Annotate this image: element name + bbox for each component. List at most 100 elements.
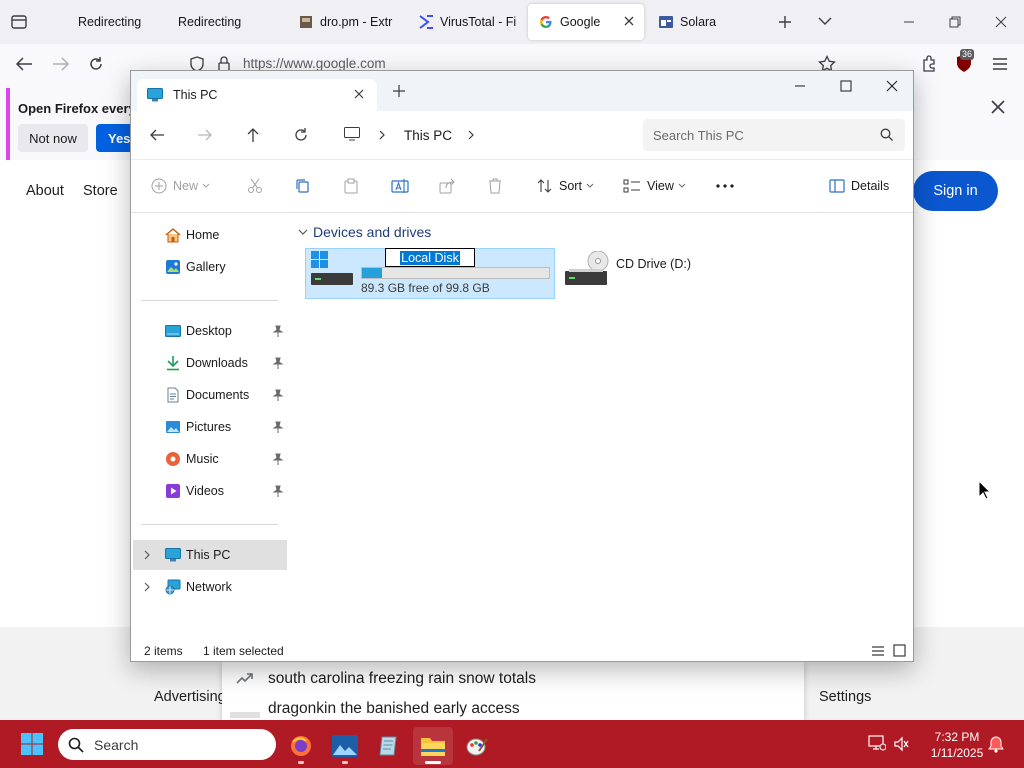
taskbar-search[interactable]: Search [58, 729, 276, 760]
advertising-link[interactable]: Advertising [154, 689, 226, 705]
pin-icon [273, 453, 283, 465]
forward-arrow-icon[interactable] [191, 123, 219, 147]
close-notification-icon[interactable] [991, 100, 1005, 114]
back-arrow-icon[interactable] [143, 123, 171, 147]
drive-rename-input[interactable]: Local Disk [385, 248, 475, 267]
settings-link[interactable]: Settings [819, 689, 871, 705]
paint-app-icon [465, 734, 489, 758]
refresh-icon[interactable] [287, 123, 315, 147]
sidebar-item-network[interactable]: Network [133, 572, 287, 602]
gallery-icon [165, 259, 181, 275]
new-tab-icon[interactable] [778, 15, 792, 29]
up-arrow-icon[interactable] [239, 123, 267, 147]
pin-icon [273, 389, 283, 401]
group-header-devices[interactable]: Devices and drives [298, 224, 431, 240]
cut-icon[interactable] [247, 173, 263, 199]
taskbar-app-3[interactable] [369, 727, 409, 765]
delete-icon[interactable] [487, 173, 503, 199]
hamburger-menu-icon[interactable] [992, 57, 1008, 71]
sign-in-button[interactable]: Sign in [913, 171, 998, 211]
close-tab-icon[interactable] [353, 88, 365, 100]
volume-muted-icon[interactable] [893, 736, 909, 752]
trending-icon [236, 672, 254, 684]
taskbar-app-2[interactable] [325, 727, 365, 765]
breadcrumb[interactable]: This PC [404, 119, 464, 151]
sidebar-item-videos[interactable]: Videos [133, 476, 287, 506]
cd-drive-icon[interactable] [565, 251, 611, 287]
extensions-icon[interactable] [920, 55, 938, 73]
more-options-icon[interactable] [715, 173, 735, 199]
this-pc-breadcrumb-icon[interactable] [344, 127, 360, 141]
taskbar-firefox[interactable] [281, 727, 321, 765]
sidebar-item-music[interactable]: Music [133, 444, 287, 474]
minimize-icon[interactable] [886, 0, 932, 44]
virustotal-icon [418, 14, 434, 30]
network-status-icon[interactable] [868, 735, 886, 751]
chevron-right-icon[interactable] [144, 550, 150, 560]
copy-icon[interactable] [295, 173, 311, 199]
details-view-icon[interactable] [871, 645, 885, 657]
sidebar-item-pictures[interactable]: Pictures [133, 412, 287, 442]
cd-drive-label[interactable]: CD Drive (D:) [616, 257, 691, 271]
breadcrumb-chevron-icon[interactable] [379, 130, 385, 140]
list-all-tabs-icon[interactable] [818, 16, 832, 26]
taskbar-app-5[interactable] [457, 727, 497, 765]
reload-icon[interactable] [88, 56, 104, 72]
sidebar-item-home[interactable]: Home [133, 220, 287, 250]
drive-usage-bar [361, 267, 550, 279]
browser-tab[interactable]: Solara [648, 4, 760, 40]
details-pane-button[interactable]: Details [829, 173, 889, 199]
browser-tab[interactable]: VirusTotal - Fi [408, 4, 520, 40]
close-window-icon[interactable] [869, 71, 913, 101]
url-bar-text[interactable]: https://www.google.com [243, 56, 386, 71]
sort-button[interactable]: Sort [537, 173, 594, 199]
minimize-icon[interactable] [777, 71, 823, 101]
suggestion-item[interactable]: south carolina freezing rain snow totals [268, 670, 536, 688]
pin-icon [273, 485, 283, 497]
search-input[interactable]: Search This PC [643, 119, 905, 151]
pictures-icon [165, 419, 181, 435]
paste-icon[interactable] [343, 173, 359, 199]
search-icon [68, 737, 84, 753]
sidebar-item-this-pc[interactable]: This PC [133, 540, 287, 570]
notification-bell-icon[interactable] [988, 735, 1004, 753]
explorer-tab[interactable]: This PC [137, 79, 377, 111]
view-button[interactable]: View [623, 173, 686, 199]
browser-tab-active[interactable]: Google [528, 4, 644, 40]
sidebar-item-documents[interactable]: Documents [133, 380, 287, 410]
sidebar-item-desktop[interactable]: Desktop [133, 316, 287, 346]
about-link[interactable]: About [26, 183, 64, 199]
not-now-button[interactable]: Not now [18, 124, 88, 152]
suggestion-item[interactable]: dragonkin the banished early access [268, 700, 520, 718]
maximize-icon[interactable] [823, 71, 869, 101]
tab-list-icon[interactable] [10, 13, 28, 31]
chevron-right-icon[interactable] [144, 582, 150, 592]
store-link[interactable]: Store [83, 183, 118, 199]
browser-tab[interactable]: Redirecting [168, 4, 278, 40]
add-tab-icon[interactable] [393, 85, 405, 97]
document-icon [165, 387, 181, 403]
share-icon[interactable] [439, 173, 455, 199]
sidebar-item-gallery[interactable]: Gallery [133, 252, 287, 282]
sidebar-divider [141, 524, 278, 525]
restore-icon[interactable] [932, 0, 978, 44]
close-window-icon[interactable] [978, 0, 1024, 44]
plus-circle-icon [151, 178, 167, 194]
sidebar-item-downloads[interactable]: Downloads [133, 348, 287, 378]
browser-tab[interactable]: Redirecting [68, 4, 163, 40]
new-button[interactable]: New [151, 173, 210, 199]
breadcrumb-chevron-icon[interactable] [468, 130, 474, 140]
taskbar-clock[interactable]: 7:32 PM 1/11/2025 [918, 729, 996, 761]
close-tab-icon[interactable] [622, 14, 636, 28]
selection-count: 1 item selected [203, 644, 284, 658]
ublock-origin-icon[interactable]: 36 [954, 49, 976, 74]
rename-icon[interactable] [391, 173, 409, 199]
back-arrow-icon[interactable] [15, 56, 33, 72]
forward-arrow-icon[interactable] [52, 56, 70, 72]
view-list-icon [623, 179, 641, 193]
start-windows-icon[interactable] [21, 733, 43, 755]
mouse-cursor-icon [978, 480, 990, 500]
taskbar-file-explorer[interactable] [413, 727, 453, 765]
large-icons-view-icon[interactable] [893, 644, 906, 657]
browser-tab[interactable]: dro.pm - Extr [288, 4, 400, 40]
